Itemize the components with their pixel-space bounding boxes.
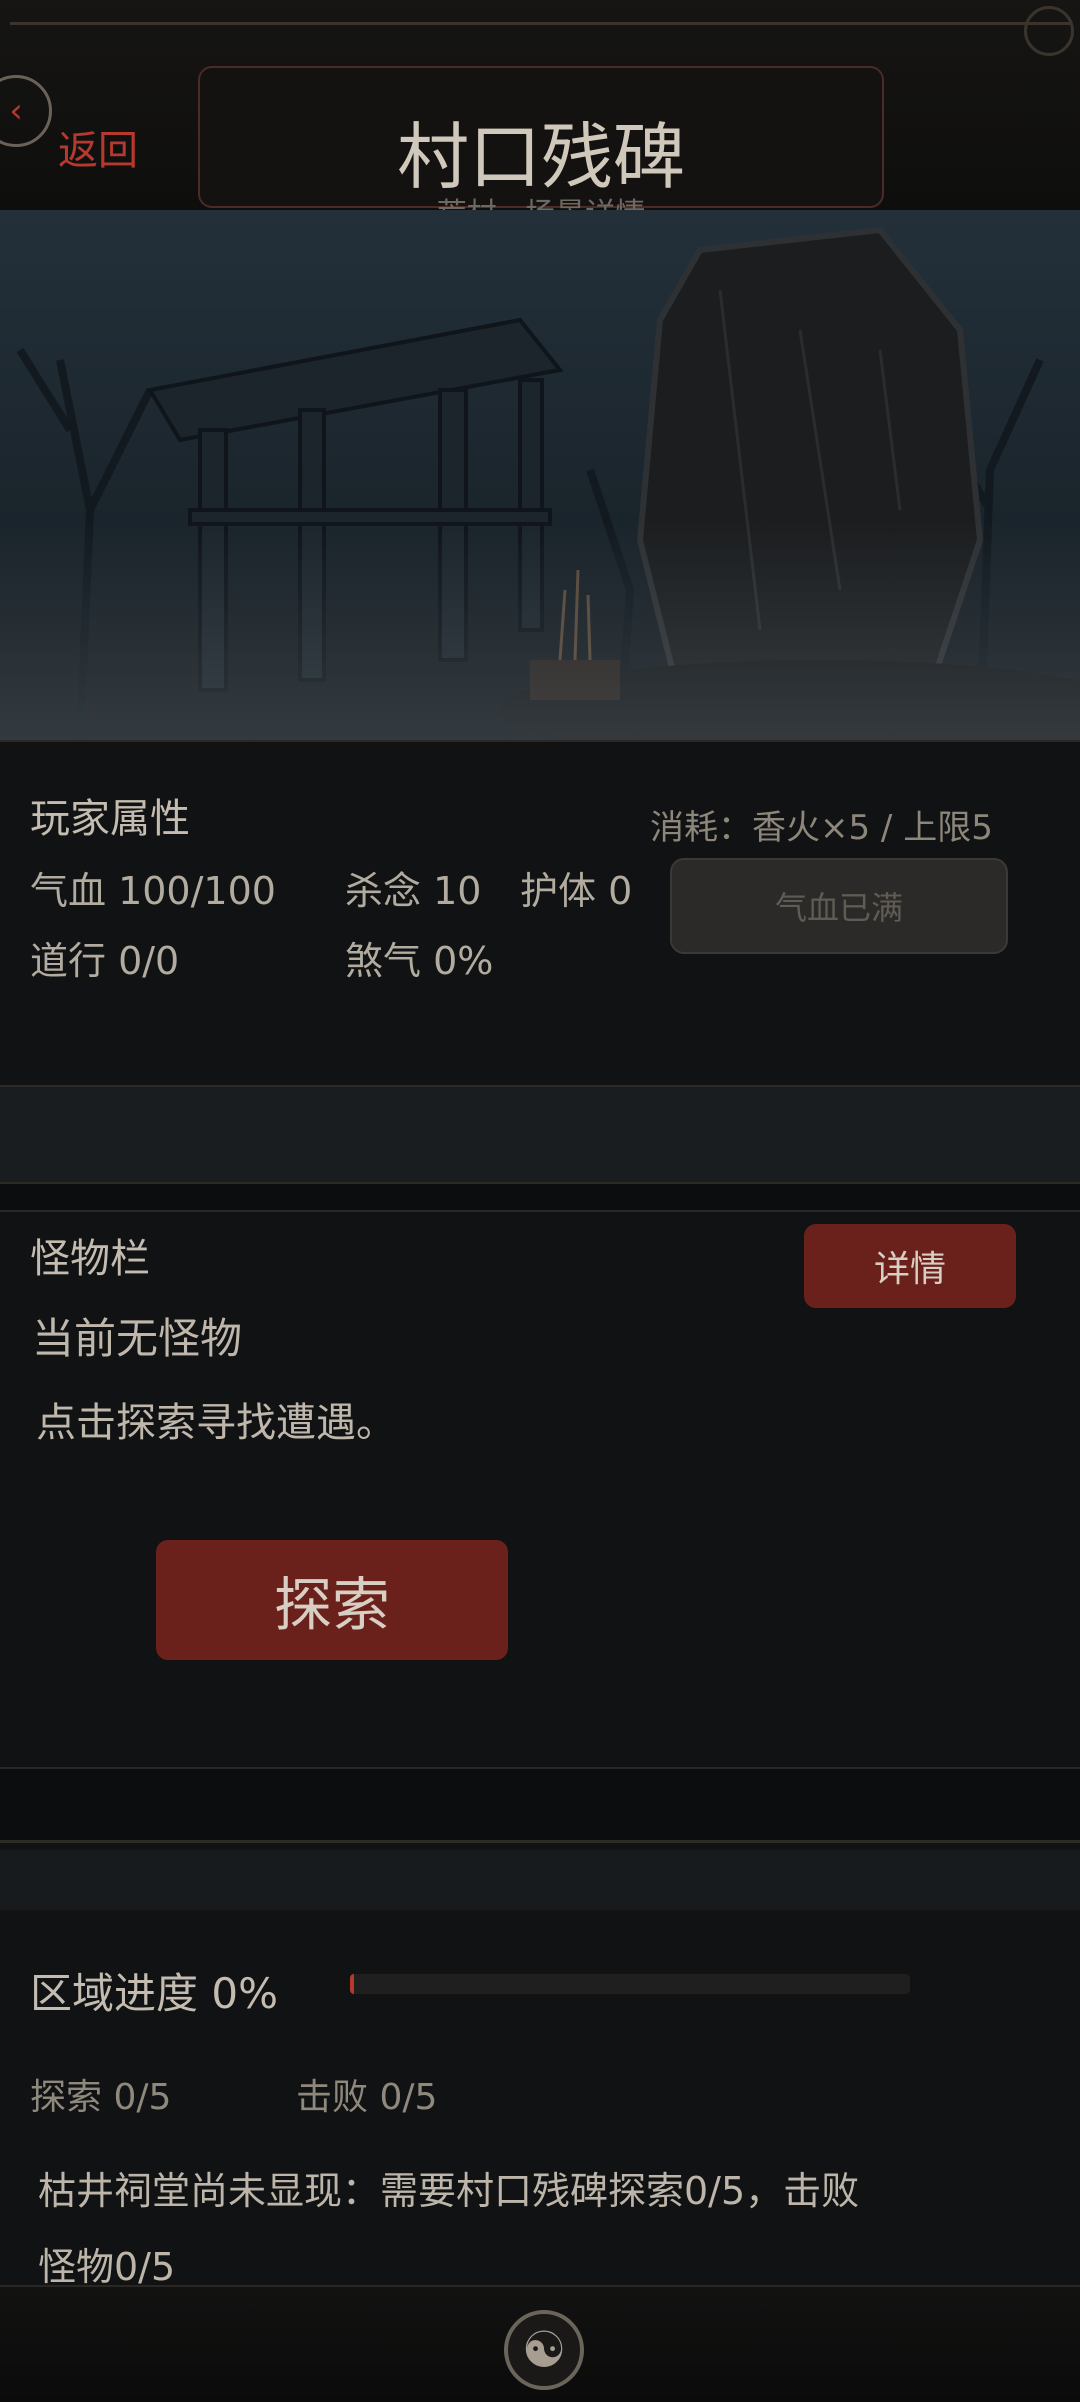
defeat-count: 击败 0/5	[296, 2077, 438, 2118]
header-corner-ornament	[1024, 6, 1074, 56]
scene-illustration	[0, 210, 1080, 740]
explore-count: 探索 0/5	[30, 2077, 172, 2118]
stat-hp: 气血 100/100	[30, 869, 276, 913]
monster-detail-button[interactable]: 详情	[804, 1224, 1016, 1308]
region-header-band	[0, 1850, 1080, 1910]
monster-empty-text: 当前无怪物	[32, 1314, 243, 1363]
region-progress-bar	[350, 1974, 910, 1994]
stat-dao: 道行 0/0	[30, 939, 180, 983]
region-progress-label: 区域进度 0%	[30, 1969, 278, 2018]
fog-overlay	[0, 520, 1080, 740]
header-ornament-line	[10, 22, 1070, 25]
title-plaque: 村口残碑 荒村 · 场景详情	[198, 66, 884, 232]
monster-heading: 怪物栏	[30, 1236, 150, 1282]
stat-killing-intent: 杀念 10	[345, 869, 482, 913]
section-divider	[0, 1085, 1080, 1184]
chevron-left-icon: ‹	[9, 91, 23, 131]
explore-button[interactable]: 探索	[156, 1540, 508, 1660]
player-heading: 玩家属性	[30, 796, 190, 842]
stat-evil-qi: 煞气 0%	[345, 939, 494, 983]
unlock-requirement-line1: 枯井祠堂尚未显现：需要村口残碑探索0/5，击败	[38, 2169, 860, 2213]
monster-hint-text: 点击探索寻找遭遇。	[36, 1400, 396, 1446]
region-progress-fill	[350, 1974, 354, 1994]
back-label[interactable]: 返回	[58, 118, 138, 176]
cost-text: 消耗：香火×5 / 上限5	[650, 808, 993, 848]
heal-button[interactable]: 气血已满	[670, 858, 1008, 954]
page-title: 村口残碑	[396, 115, 685, 199]
unlock-requirement-line2: 怪物0/5	[38, 2245, 176, 2289]
stat-defense: 护体 0	[520, 869, 633, 913]
yin-yang-icon: ☯	[504, 2310, 584, 2390]
